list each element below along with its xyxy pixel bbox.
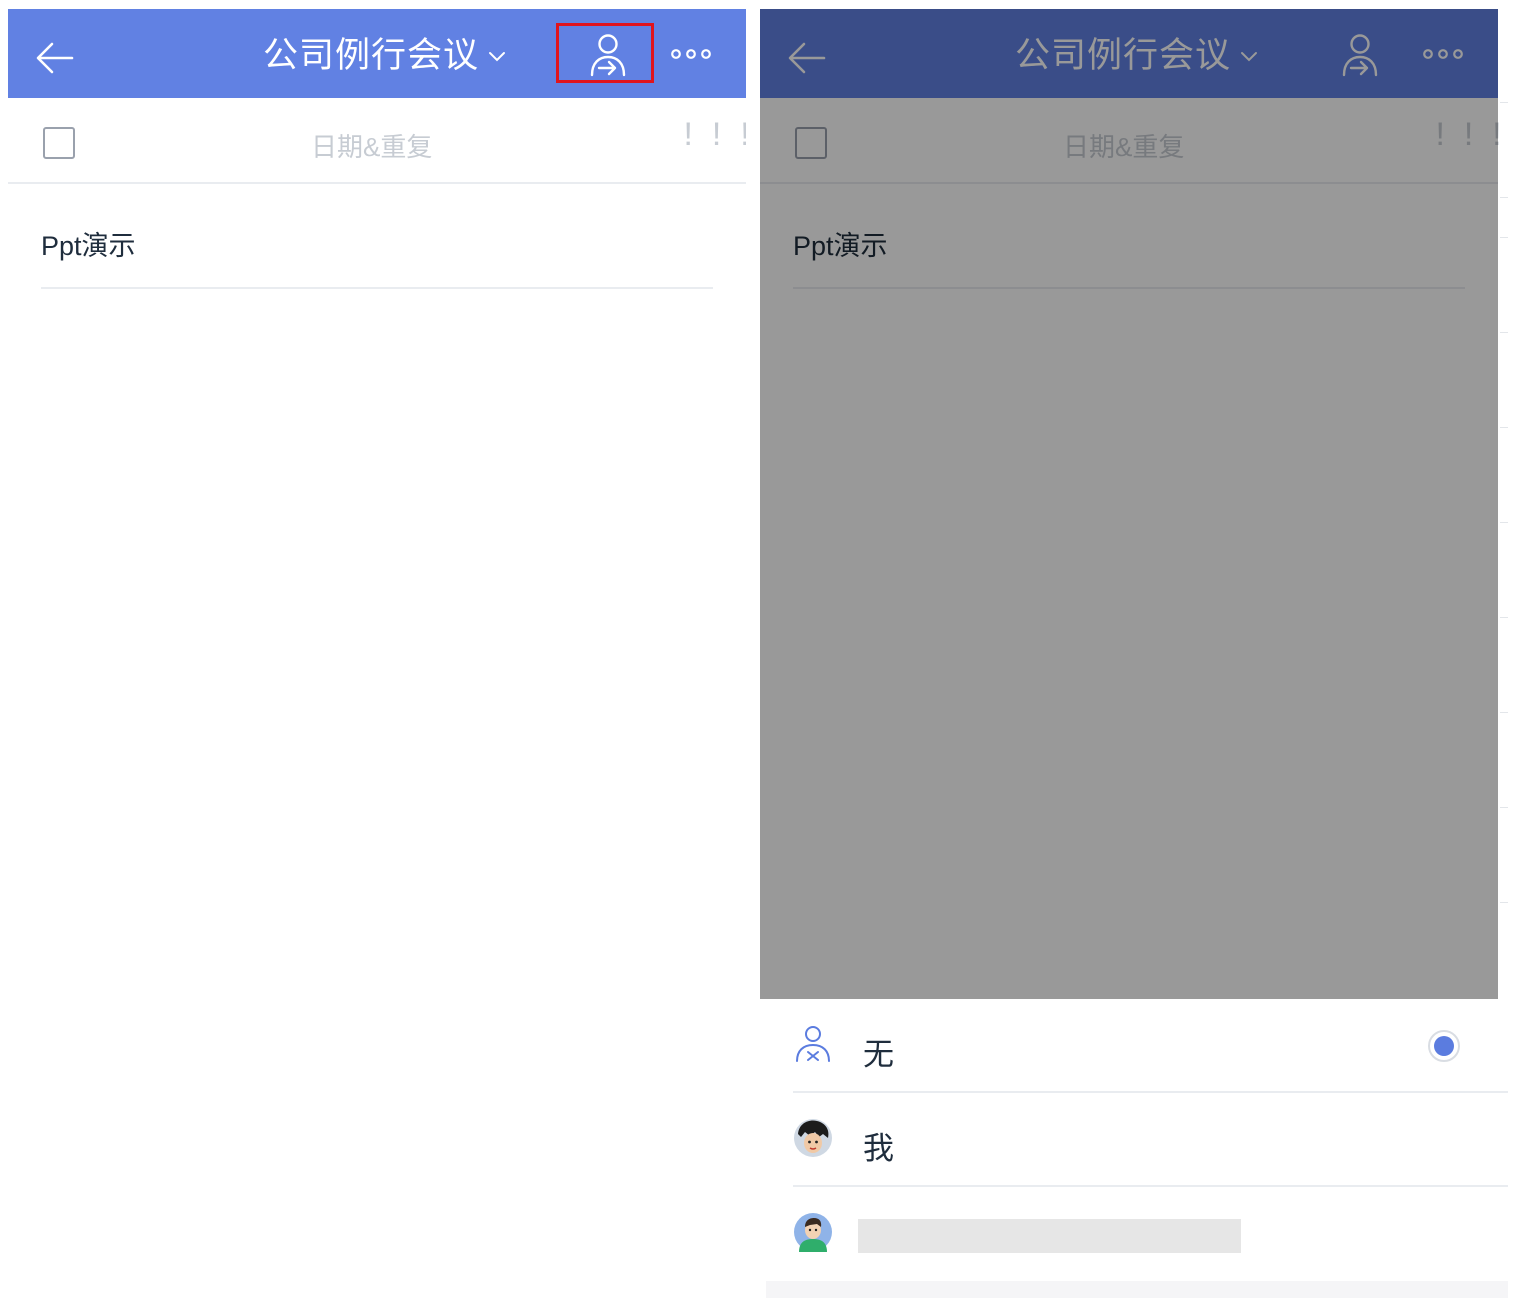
assignee-option-me[interactable]: 我 [760,1093,1508,1187]
no-assignee-icon [796,1026,830,1062]
assignee-label: 无 [863,1037,894,1072]
background-edge [1500,9,1508,999]
assignee-label: 我 [863,1131,894,1166]
assignee-sheet: 无 我 [760,999,1508,1298]
more-icon[interactable] [670,42,712,66]
complete-checkbox[interactable] [43,127,75,159]
selected-radio[interactable] [1428,1030,1460,1062]
divider [41,287,713,289]
page-title[interactable]: 公司例行会议 [263,27,479,78]
task-toolbar: 日期&重复 !!! [8,98,746,184]
assignee-option-none[interactable]: 无 [760,999,1508,1093]
right-screen: 公司例行会议 日期&重复 !!! Ppt演示 无 我 [760,9,1508,1298]
priority-button[interactable]: !!! [678,118,746,156]
avatar-me [794,1119,832,1157]
assignee-option-other[interactable] [760,1187,1508,1281]
modal-overlay[interactable] [760,9,1498,999]
assignee-name-redacted [858,1219,1241,1253]
highlight-box [556,23,654,83]
task-note[interactable]: Ppt演示 [41,224,136,263]
date-repeat-button[interactable]: 日期&重复 [311,127,432,164]
left-screen: 公司例行会议 日期&重复 !!! Ppt演示 [8,9,746,1298]
avatar-other [794,1213,832,1252]
back-arrow-icon[interactable] [34,36,78,80]
sheet-bottom-bar [766,1281,1508,1298]
chevron-down-icon[interactable] [486,45,508,67]
header-bar: 公司例行会议 [8,9,746,98]
